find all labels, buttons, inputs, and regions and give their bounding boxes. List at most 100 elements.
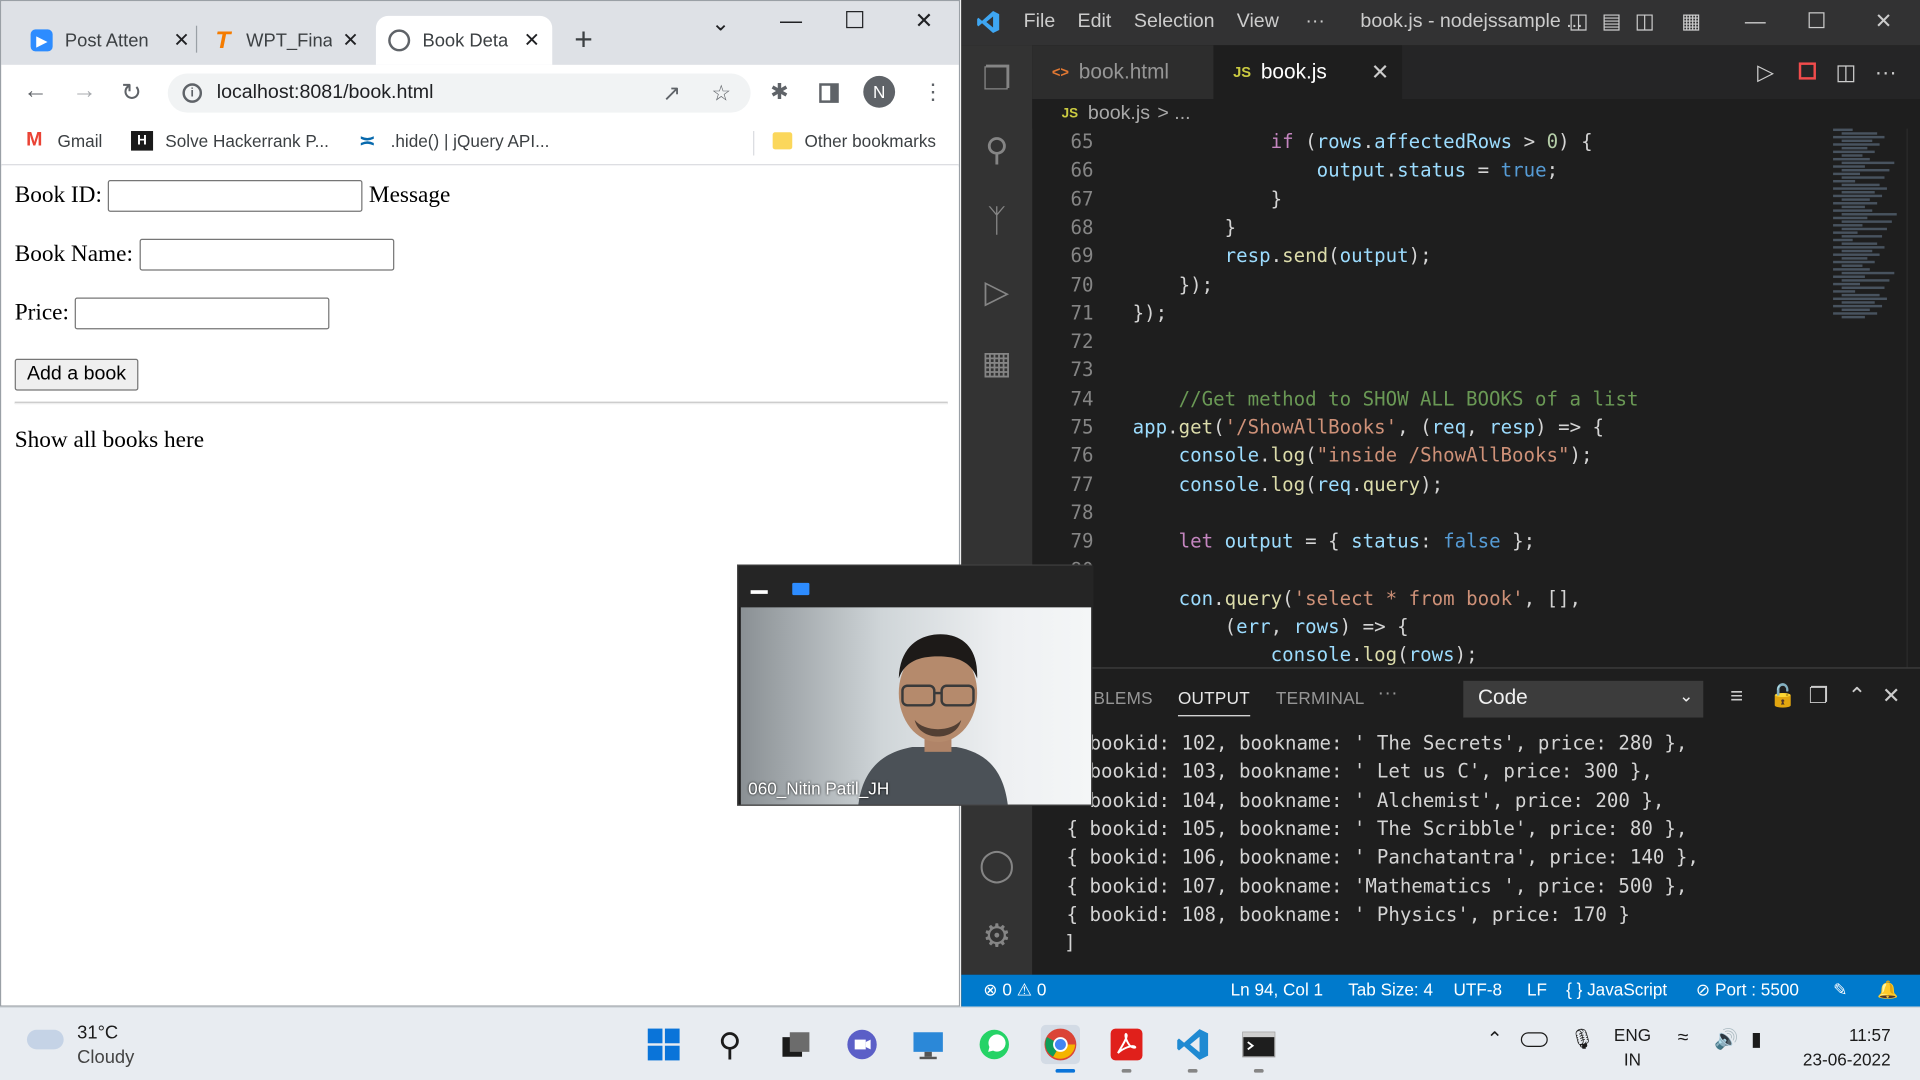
tab-book-details[interactable]: Book Deta ✕ xyxy=(375,15,553,65)
maximize-button[interactable] xyxy=(1808,12,1825,29)
language-indicator[interactable]: ENG IN xyxy=(1614,1022,1651,1071)
panel-more-icon[interactable]: ··· xyxy=(1378,683,1398,705)
task-view-icon[interactable] xyxy=(776,1025,815,1064)
wifi-icon[interactable]: ≈ xyxy=(1678,1027,1689,1049)
breadcrumb-rest[interactable]: > ... xyxy=(1157,103,1190,125)
language-mode[interactable]: { } JavaScript xyxy=(1566,980,1667,1000)
acrobat-icon[interactable] xyxy=(1107,1025,1146,1064)
back-icon[interactable]: ← xyxy=(23,77,47,105)
menu-view[interactable]: View xyxy=(1237,11,1279,33)
toggle-secondary-sidebar-icon[interactable]: ◫ xyxy=(1635,10,1655,34)
menu-edit[interactable]: Edit xyxy=(1078,11,1112,33)
avatar[interactable]: N xyxy=(863,75,896,108)
tab-book-html[interactable]: <> book.html xyxy=(1032,45,1214,100)
account-icon[interactable]: ◯ xyxy=(978,846,1015,883)
book-id-input[interactable] xyxy=(108,180,363,212)
reload-icon[interactable]: ↻ xyxy=(121,77,142,108)
close-tab-icon[interactable]: ✕ xyxy=(1371,59,1389,85)
price-input[interactable] xyxy=(75,297,330,330)
tab-book-js[interactable]: JS book.js ✕ xyxy=(1213,45,1403,100)
whatsapp-icon[interactable] xyxy=(975,1025,1014,1064)
live-server-port[interactable]: ⊘ Port : 5500 xyxy=(1696,980,1799,1001)
output-channel-select[interactable]: Code ⌄ xyxy=(1463,680,1704,718)
customize-layout-icon[interactable]: ▦ xyxy=(1681,10,1701,34)
minimize-button[interactable]: — xyxy=(780,9,802,35)
stop-icon[interactable] xyxy=(1798,62,1816,80)
close-icon[interactable]: ✕ xyxy=(524,28,540,52)
notifications-icon[interactable]: 🔔 xyxy=(1877,980,1898,1001)
encoding[interactable]: UTF-8 xyxy=(1453,980,1502,1000)
tab-output[interactable]: OUTPUT xyxy=(1177,688,1250,717)
settings-gear-icon[interactable]: ⚙ xyxy=(978,917,1015,954)
search-icon[interactable]: ⚲ xyxy=(978,130,1015,168)
side-panel-icon[interactable] xyxy=(819,83,839,103)
add-book-button[interactable]: Add a book xyxy=(14,358,139,391)
onedrive-cloud-icon[interactable] xyxy=(1520,1032,1548,1047)
run-debug-icon[interactable]: ▷ xyxy=(978,272,1015,310)
split-editor-icon[interactable]: ◫ xyxy=(1836,60,1857,86)
tab-size[interactable]: Tab Size: 4 xyxy=(1348,980,1433,1000)
teams-chat-icon[interactable] xyxy=(842,1025,881,1064)
run-icon[interactable]: ▷ xyxy=(1757,60,1774,86)
open-in-editor-icon[interactable]: ❐ xyxy=(1809,683,1829,709)
share-icon[interactable]: ↗ xyxy=(662,81,680,107)
close-window-button[interactable]: ✕ xyxy=(915,9,933,35)
menu-file[interactable]: File xyxy=(1024,11,1056,33)
menu-selection[interactable]: Selection xyxy=(1134,11,1215,33)
remote-desktop-icon[interactable] xyxy=(909,1025,948,1064)
minimize-video-icon[interactable] xyxy=(750,590,768,594)
vscode-icon[interactable] xyxy=(1173,1025,1212,1064)
bookmark-hackerrank[interactable]: H Solve Hackerrank P... xyxy=(131,131,329,151)
source-control-icon[interactable]: ᛉ xyxy=(978,201,1015,239)
tab-wpt-final[interactable]: T WPT_Final ✕ xyxy=(200,16,371,65)
close-icon[interactable]: ✕ xyxy=(342,28,358,52)
extensions-icon[interactable]: ▦ xyxy=(978,343,1015,381)
chrome-icon[interactable] xyxy=(1040,1024,1081,1065)
code-editor[interactable]: 65 if (rows.affectedRows > 0) {66 output… xyxy=(1032,129,1840,668)
cursor-position[interactable]: Ln 94, Col 1 xyxy=(1231,980,1323,1000)
breadcrumb-file[interactable]: book.js xyxy=(1088,103,1150,125)
zoom-video-overlay[interactable]: 060_Nitin Patil_JH xyxy=(737,564,1094,806)
lock-scroll-icon[interactable]: 🔓 xyxy=(1769,683,1796,709)
star-icon[interactable]: ☆ xyxy=(711,81,731,107)
line-ending[interactable]: LF xyxy=(1527,980,1547,1000)
close-panel-icon[interactable]: ✕ xyxy=(1882,683,1900,709)
book-name-input[interactable] xyxy=(139,238,394,271)
problems-status[interactable]: ⊗ 0 ⚠ 0 xyxy=(983,980,1046,1001)
tab-zoom[interactable]: ▶ Post Atten ✕ xyxy=(18,16,202,65)
menu-more[interactable]: ··· xyxy=(1305,11,1325,33)
toggle-panel-icon[interactable]: ▤ xyxy=(1602,10,1622,34)
close-icon[interactable]: ✕ xyxy=(173,28,189,52)
minimize-button[interactable]: — xyxy=(1745,10,1766,34)
toggle-sidebar-icon[interactable]: ◫ xyxy=(1569,10,1589,34)
clock[interactable]: 11:57 23-06-2022 xyxy=(1803,1022,1891,1071)
bookmark-gmail[interactable]: M Gmail xyxy=(23,130,102,151)
microphone-icon[interactable]: 🎙 xyxy=(1570,1027,1595,1051)
tab-problems[interactable]: BLEMS xyxy=(1093,688,1152,708)
volume-icon[interactable]: 🔊 xyxy=(1714,1027,1738,1051)
chevron-up-icon[interactable]: ⌃ xyxy=(1487,1027,1503,1051)
close-window-button[interactable]: ✕ xyxy=(1875,10,1892,34)
more-actions-icon[interactable]: ··· xyxy=(1875,60,1897,86)
extensions-icon[interactable]: ✱ xyxy=(770,80,788,106)
address-bar[interactable]: i localhost:8081/book.html ↗ ☆ xyxy=(167,73,751,113)
tab-search-icon[interactable]: ⌄ xyxy=(711,11,729,37)
start-icon[interactable] xyxy=(644,1025,683,1064)
clear-output-icon[interactable]: ≡ xyxy=(1730,683,1743,709)
terminal-icon[interactable] xyxy=(1239,1025,1278,1064)
video-view-icon[interactable] xyxy=(792,582,810,596)
editor-scrollbar[interactable] xyxy=(1906,128,1920,668)
maximize-button[interactable] xyxy=(846,11,864,29)
maximize-panel-icon[interactable]: ⌃ xyxy=(1848,683,1866,709)
other-bookmarks[interactable]: Other bookmarks xyxy=(772,131,936,151)
new-tab-button[interactable]: + xyxy=(574,21,593,59)
menu-icon[interactable]: ⋮ xyxy=(922,80,944,106)
feedback-icon[interactable]: ✎ xyxy=(1833,980,1847,1001)
battery-icon[interactable]: ▮ xyxy=(1751,1027,1762,1051)
forward-icon[interactable]: → xyxy=(72,77,96,105)
info-icon[interactable]: i xyxy=(182,83,203,103)
explorer-icon[interactable]: ❐ xyxy=(978,59,1015,97)
minimap[interactable] xyxy=(1833,128,1906,325)
bookmark-jquery[interactable]: ≍ .hide() | jQuery API... xyxy=(356,131,549,152)
search-icon[interactable]: ⚲ xyxy=(710,1025,749,1064)
